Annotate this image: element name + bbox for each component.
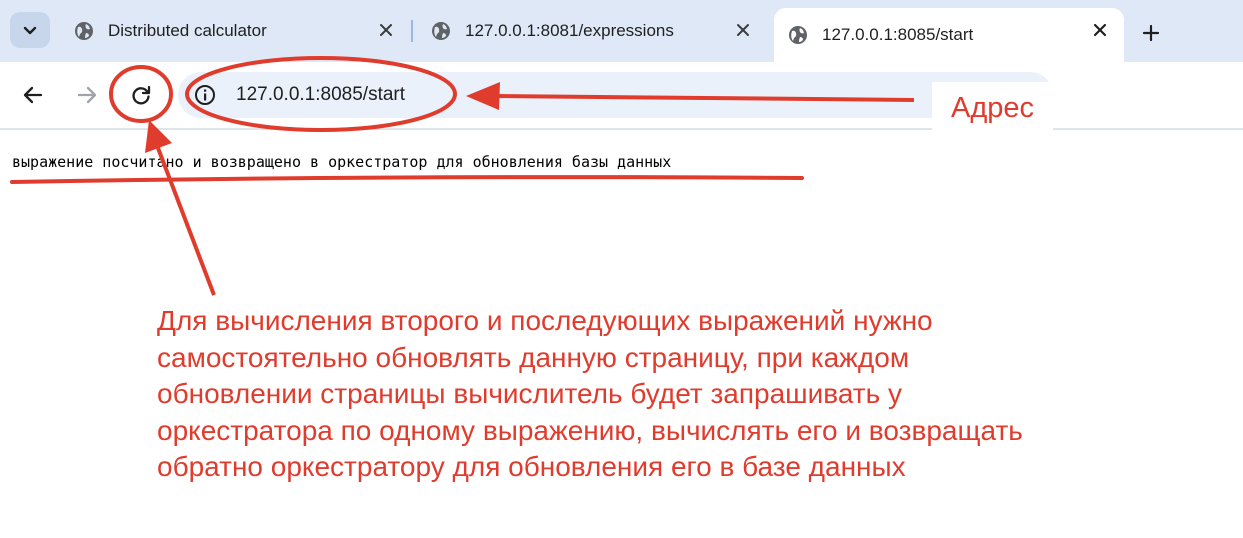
toolbar-divider: [0, 128, 1243, 130]
reload-button[interactable]: [126, 80, 156, 110]
globe-icon: [789, 26, 807, 44]
plus-icon: [1142, 24, 1160, 42]
address-annotation: Адрес: [932, 82, 1053, 134]
tab-start-active[interactable]: 127.0.0.1:8085/start: [774, 8, 1124, 62]
tab-expressions[interactable]: 127.0.0.1:8081/expressions: [417, 8, 767, 54]
new-tab-button[interactable]: [1138, 20, 1164, 46]
tab-title: 127.0.0.1:8085/start: [822, 25, 974, 44]
close-icon: [737, 24, 749, 36]
address-bar[interactable]: 127.0.0.1:8085/start: [178, 72, 1053, 118]
globe-icon: [432, 22, 450, 40]
tab-separator: [411, 20, 413, 42]
back-button[interactable]: [18, 80, 48, 110]
close-icon: [380, 24, 392, 36]
globe-icon: [75, 22, 93, 40]
tab-close-button[interactable]: [376, 20, 396, 40]
tab-search-button[interactable]: [10, 12, 50, 48]
chevron-down-icon: [23, 26, 37, 35]
forward-button[interactable]: [72, 80, 102, 110]
tab-strip: Distributed calculator 127.0.0.1:8081/ex…: [0, 0, 1243, 62]
back-arrow-icon: [23, 86, 43, 104]
browser-toolbar: 127.0.0.1:8085/start: [0, 62, 1243, 128]
tab-title: Distributed calculator: [108, 21, 267, 40]
tab-title: 127.0.0.1:8081/expressions: [465, 21, 674, 40]
tab-close-button[interactable]: [1090, 20, 1110, 40]
address-annotation-label: Адрес: [950, 91, 1035, 124]
reload-icon: [132, 85, 151, 105]
tab-close-button[interactable]: [733, 20, 753, 40]
instruction-annotation: Для вычисления второго и последующих выр…: [157, 305, 1023, 482]
page-message: выражение посчитано и возвращено в оркес…: [12, 153, 672, 171]
url-text[interactable]: 127.0.0.1:8085/start: [236, 84, 405, 106]
info-icon[interactable]: [194, 84, 216, 106]
tab-distributed-calculator[interactable]: Distributed calculator: [60, 8, 410, 54]
forward-arrow-icon: [77, 86, 97, 104]
close-icon: [1093, 23, 1107, 37]
message-underline: [10, 175, 804, 184]
